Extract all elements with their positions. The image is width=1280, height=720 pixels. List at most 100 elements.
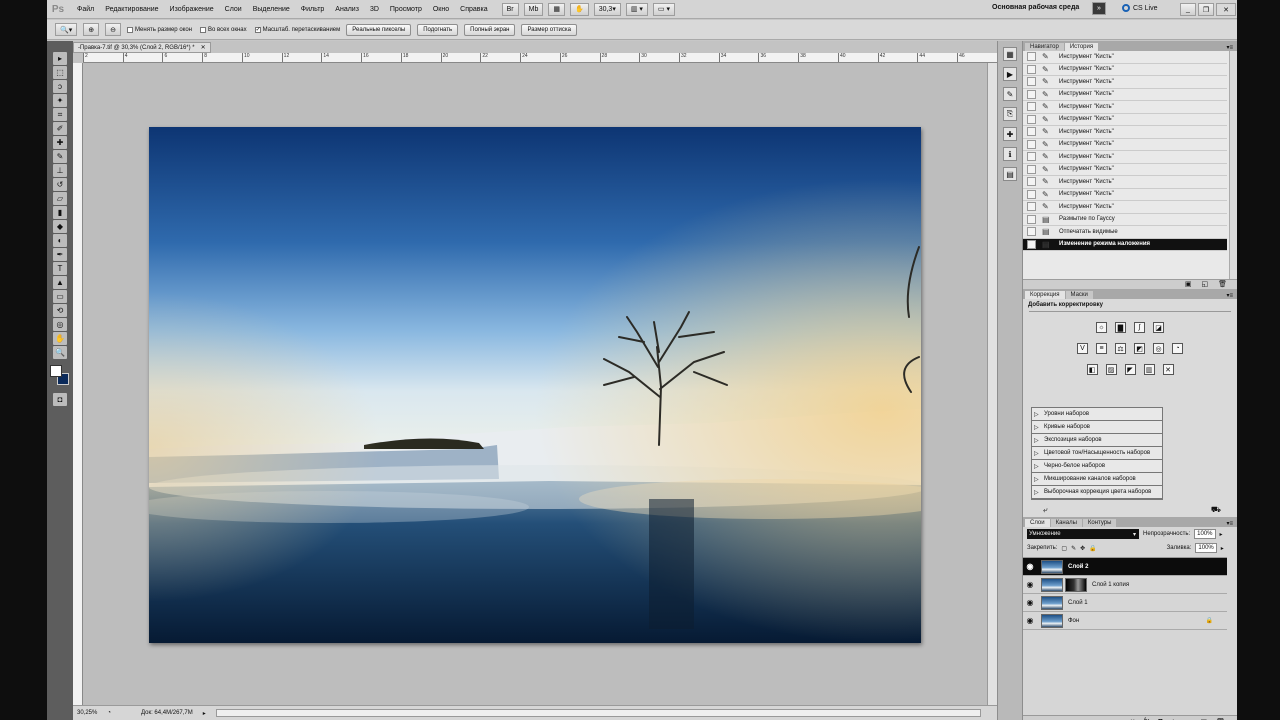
brush-panel-icon[interactable]: ✎: [1003, 87, 1017, 101]
tab-история[interactable]: История: [1064, 43, 1099, 51]
lock-transparency-icon[interactable]: ▢: [1061, 545, 1067, 552]
history-item[interactable]: ✎ Инструмент "Кисть": [1023, 126, 1227, 139]
preset-item[interactable]: ▷ Цветовой тон/Насыщенность наборов: [1032, 447, 1162, 460]
vibrance-icon[interactable]: V: [1077, 343, 1088, 354]
history-snapshot-checkbox[interactable]: [1027, 89, 1036, 99]
channel-mixer-icon[interactable]: ◔: [1172, 343, 1183, 354]
fill-arrow-icon[interactable]: ▸: [1221, 545, 1224, 552]
layer-row[interactable]: ◉ Слой 1: [1023, 594, 1227, 612]
lock-all-icon[interactable]: 🔒: [1089, 545, 1096, 552]
panel-menu-icon[interactable]: ▾≡: [1226, 520, 1233, 527]
healing-brush-icon[interactable]: ✚: [53, 136, 67, 149]
menu-item-5[interactable]: Фильтр: [301, 6, 325, 13]
menu-item-8[interactable]: Просмотр: [390, 6, 422, 13]
history-snapshot-checkbox[interactable]: [1027, 202, 1036, 212]
option-button-1[interactable]: Подогнать: [417, 23, 459, 36]
crop-tool-icon[interactable]: ⌗: [53, 108, 67, 121]
photo-filter-icon[interactable]: ◎: [1153, 343, 1164, 354]
screen-mode-button[interactable]: ▭ ▾: [652, 2, 675, 16]
black-white-icon[interactable]: ◩: [1134, 343, 1145, 354]
history-snapshot-checkbox[interactable]: [1027, 114, 1036, 124]
minibridge-button[interactable]: Mb: [523, 2, 544, 16]
visibility-eye-icon[interactable]: ◉: [1023, 562, 1037, 571]
preset-item[interactable]: ▷ Уровни наборов: [1032, 408, 1162, 421]
restore-icon[interactable]: ❐: [1198, 3, 1214, 16]
layer-row[interactable]: ◉ Фон 🔒: [1023, 612, 1227, 630]
checkbox-icon[interactable]: [200, 26, 206, 33]
cs-live-button[interactable]: CS Live: [1122, 4, 1158, 12]
gradient-tool-icon[interactable]: ▮: [53, 206, 67, 219]
lock-position-icon[interactable]: ✥: [1080, 545, 1085, 552]
threshold-icon[interactable]: ◤: [1124, 364, 1136, 375]
color-balance-icon[interactable]: ⚖: [1115, 343, 1126, 354]
history-item[interactable]: ✎ Инструмент "Кисть": [1023, 139, 1227, 151]
arrange-documents-button[interactable]: ▥ ▾: [625, 2, 648, 16]
swatches-panel-icon[interactable]: ▦: [1003, 47, 1017, 61]
option-button-2[interactable]: Полный экран: [464, 23, 516, 36]
preset-item[interactable]: ▷ Кривые наборов: [1032, 421, 1162, 434]
option-check-0[interactable]: Менять размер окон: [126, 26, 192, 33]
history-item[interactable]: ✎ Инструмент "Кисть": [1023, 151, 1227, 164]
tab-маски[interactable]: Маски: [1065, 291, 1093, 299]
history-item[interactable]: ✎ Инструмент "Кисть": [1023, 114, 1227, 126]
history-snapshot-checkbox[interactable]: [1027, 177, 1036, 187]
disclosure-triangle-icon[interactable]: ▷: [1034, 411, 1044, 418]
shape-tool-icon[interactable]: ▭: [53, 290, 67, 303]
menu-item-6[interactable]: Анализ: [335, 6, 359, 13]
visibility-eye-icon[interactable]: ◉: [1023, 616, 1037, 625]
quick-mask-icon[interactable]: ◘: [53, 393, 67, 406]
history-snapshot-checkbox[interactable]: [1027, 64, 1036, 74]
menu-item-0[interactable]: Файл: [77, 6, 94, 13]
pen-tool-icon[interactable]: ✒: [53, 248, 67, 261]
status-arrow-icon[interactable]: ▸: [203, 710, 206, 717]
option-button-0[interactable]: Реальные пикселы: [346, 23, 412, 36]
history-snapshot-checkbox[interactable]: [1027, 102, 1036, 112]
color-swatches[interactable]: [50, 365, 70, 387]
history-item[interactable]: ✎ Инструмент "Кисть": [1023, 201, 1227, 214]
tab-каналы[interactable]: Каналы: [1050, 519, 1082, 527]
history-item[interactable]: ✎ Инструмент "Кисть": [1023, 101, 1227, 114]
path-select-icon[interactable]: ▲: [53, 276, 67, 289]
history-scrollbar[interactable]: [1229, 51, 1237, 279]
history-snapshot-checkbox[interactable]: [1027, 164, 1036, 174]
tab-слои[interactable]: Слои: [1025, 519, 1050, 527]
history-snapshot-checkbox[interactable]: [1027, 152, 1036, 162]
menu-item-10[interactable]: Справка: [460, 6, 487, 13]
quick-select-icon[interactable]: ✦: [53, 94, 67, 107]
option-check-2[interactable]: ✓ Масштаб. перетаскиванием: [254, 26, 340, 33]
return-to-list-icon[interactable]: ⤶: [1043, 505, 1047, 515]
history-item[interactable]: ✎ Инструмент "Кисть": [1023, 89, 1227, 101]
lock-pixels-icon[interactable]: ✎: [1071, 545, 1076, 552]
layer-mask-thumbnail[interactable]: [1065, 577, 1087, 592]
history-brush-icon[interactable]: ↺: [53, 178, 67, 191]
minimize-icon[interactable]: _: [1180, 3, 1196, 16]
hand-view-button[interactable]: ✋: [569, 2, 589, 16]
move-tool-icon[interactable]: ▸: [53, 52, 67, 65]
history-item[interactable]: ✎ Инструмент "Кисть": [1023, 176, 1227, 189]
clone-stamp-icon[interactable]: ⊥: [53, 164, 67, 177]
tab-контуры[interactable]: Контуры: [1082, 519, 1117, 527]
3d-rotate-icon[interactable]: ⟲: [53, 304, 67, 317]
history-snapshot-checkbox[interactable]: [1027, 189, 1036, 199]
history-snapshot-checkbox[interactable]: [1027, 214, 1036, 224]
preset-item[interactable]: ▷ Выборочная коррекция цвета наборов: [1032, 486, 1162, 499]
menu-item-4[interactable]: Выделение: [253, 6, 290, 13]
tab-коррекция[interactable]: Коррекция: [1025, 291, 1065, 299]
brightness-contrast-icon[interactable]: ☼: [1096, 322, 1107, 333]
disclosure-triangle-icon[interactable]: ▷: [1034, 463, 1044, 470]
zoom-out-mode-icon[interactable]: ⊖: [105, 23, 121, 36]
visibility-eye-icon[interactable]: ◉: [1023, 598, 1037, 607]
history-item[interactable]: ✎ Инструмент "Кисть": [1023, 76, 1227, 89]
menu-item-2[interactable]: Изображение: [170, 6, 214, 13]
history-item[interactable]: ✎ Инструмент "Кисть": [1023, 189, 1227, 201]
disclosure-triangle-icon[interactable]: ▷: [1034, 437, 1044, 444]
eraser-icon[interactable]: ▱: [53, 192, 67, 205]
winter-landscape-photo[interactable]: [149, 127, 921, 643]
status-zoom[interactable]: 30,25%: [77, 710, 97, 716]
zoom-tool-preset-icon[interactable]: 🔍▾: [55, 23, 78, 36]
preset-item[interactable]: ▷ Черно-белое наборов: [1032, 460, 1162, 473]
history-snapshot-checkbox[interactable]: [1027, 52, 1036, 62]
disclosure-triangle-icon[interactable]: ▷: [1034, 476, 1044, 483]
status-info-icon[interactable]: ◔: [107, 710, 111, 716]
foreground-color-icon[interactable]: [50, 365, 62, 377]
